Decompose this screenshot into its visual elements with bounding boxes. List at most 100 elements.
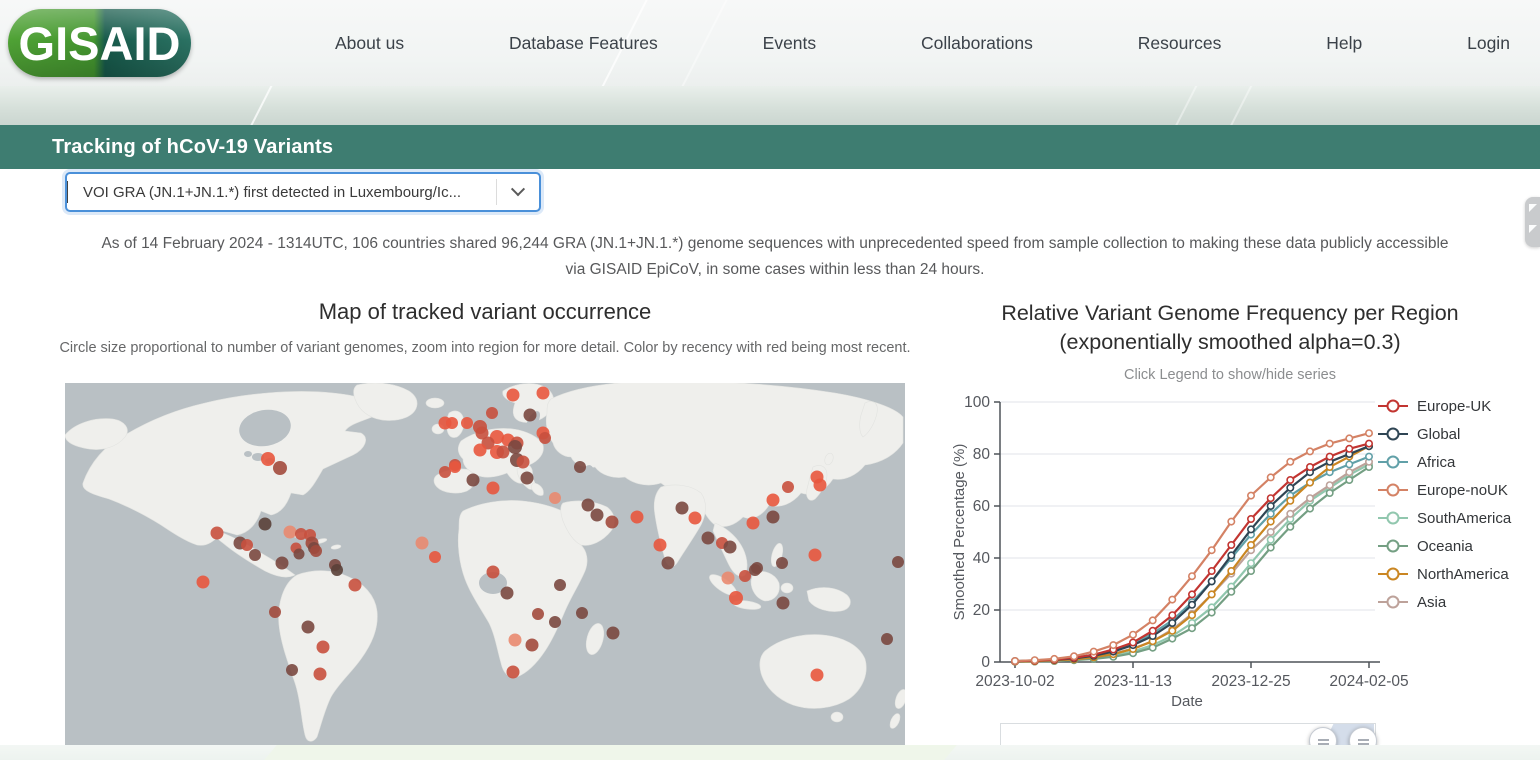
variant-occurrence-dot[interactable]: [881, 633, 893, 645]
variant-occurrence-dot[interactable]: [516, 455, 530, 469]
legend-item-northamerica[interactable]: NorthAmerica: [1378, 560, 1538, 588]
variant-occurrence-dot[interactable]: [581, 498, 595, 512]
variant-occurrence-dot[interactable]: [746, 516, 760, 530]
variant-occurrence-dot[interactable]: [486, 407, 498, 419]
variant-occurrence-dot[interactable]: [496, 445, 510, 459]
gisaid-logo[interactable]: GISAID: [8, 9, 191, 77]
variant-occurrence-dot[interactable]: [461, 417, 473, 429]
legend-item-oceania[interactable]: Oceania: [1378, 532, 1538, 560]
variant-occurrence-dot[interactable]: [449, 461, 461, 473]
nav-item-database-features[interactable]: Database Features: [509, 33, 658, 54]
variant-occurrence-dot[interactable]: [508, 440, 522, 454]
variant-occurrence-dot[interactable]: [415, 536, 429, 550]
variant-occurrence-dot[interactable]: [210, 526, 224, 540]
variant-occurrence-dot[interactable]: [776, 557, 788, 569]
variant-occurrence-dot[interactable]: [348, 578, 362, 592]
variant-occurrence-dot[interactable]: [808, 548, 822, 562]
variant-occurrence-dot[interactable]: [766, 510, 780, 524]
legend-item-global[interactable]: Global: [1378, 420, 1538, 448]
variant-occurrence-dot[interactable]: [688, 511, 702, 525]
variant-occurrence-dot[interactable]: [429, 551, 441, 563]
variant-occurrence-dot[interactable]: [539, 432, 551, 444]
variant-occurrence-dot[interactable]: [605, 515, 619, 529]
variant-occurrence-dot[interactable]: [536, 386, 550, 400]
variant-occurrence-dot[interactable]: [293, 548, 305, 560]
variant-occurrence-dot[interactable]: [549, 616, 561, 628]
variant-occurrence-dot[interactable]: [196, 575, 210, 589]
frequency-line-chart[interactable]: 0 20 40 60 80 100 2023-10-02 2023-11-13 2023-12-…: [950, 390, 1410, 712]
variant-occurrence-dot[interactable]: [486, 565, 500, 579]
variant-world-map[interactable]: [65, 383, 905, 745]
variant-occurrence-dot[interactable]: [486, 481, 500, 495]
variant-occurrence-dot[interactable]: [739, 570, 751, 582]
variant-occurrence-dot[interactable]: [241, 539, 253, 551]
variant-occurrence-dot[interactable]: [606, 626, 620, 640]
legend-item-southamerica[interactable]: SouthAmerica: [1378, 504, 1538, 532]
variant-occurrence-dot[interactable]: [466, 473, 480, 487]
variant-occurrence-dot[interactable]: [283, 525, 297, 539]
variant-occurrence-dot[interactable]: [661, 556, 675, 570]
variant-occurrence-dot[interactable]: [331, 564, 343, 576]
variant-occurrence-dot[interactable]: [258, 517, 272, 531]
chevron-down-icon[interactable]: [497, 182, 539, 197]
legend-item-asia[interactable]: Asia: [1378, 588, 1538, 616]
legend-item-europe-nouk[interactable]: Europe-noUK: [1378, 476, 1538, 504]
variant-select[interactable]: VOI GRA (JN.1+JN.1.*) first detected in …: [65, 172, 541, 212]
variant-occurrence-dot[interactable]: [310, 545, 322, 557]
world-map-svg[interactable]: [65, 383, 905, 745]
variant-occurrence-dot[interactable]: [675, 501, 689, 515]
nav-item-events[interactable]: Events: [763, 33, 817, 54]
variant-occurrence-dot[interactable]: [554, 579, 566, 591]
variant-occurrence-dot[interactable]: [301, 620, 315, 634]
variant-occurrence-dot[interactable]: [892, 556, 904, 568]
variant-occurrence-dot[interactable]: [574, 461, 586, 473]
side-widget[interactable]: [1525, 197, 1540, 247]
variant-occurrence-dot[interactable]: [576, 607, 588, 619]
line-chart-svg[interactable]: 0 20 40 60 80 100 2023-10-02 2023-11-13 2023-12-…: [950, 390, 1410, 712]
variant-occurrence-dot[interactable]: [653, 538, 667, 552]
variant-occurrence-dot[interactable]: [286, 664, 298, 676]
nav-item-about-us[interactable]: About us: [335, 33, 404, 54]
variant-occurrence-dot[interactable]: [313, 667, 327, 681]
nav-item-help[interactable]: Help: [1326, 33, 1362, 54]
legend-item-africa[interactable]: Africa: [1378, 448, 1538, 476]
variant-occurrence-dot[interactable]: [549, 492, 561, 504]
variant-occurrence-dot[interactable]: [590, 508, 604, 522]
variant-occurrence-dot[interactable]: [261, 452, 275, 466]
variant-occurrence-dot[interactable]: [810, 668, 824, 682]
variant-occurrence-dot[interactable]: [701, 531, 715, 545]
variant-occurrence-dot[interactable]: [813, 478, 827, 492]
variant-occurrence-dot[interactable]: [508, 633, 522, 647]
footer-band: [0, 745, 1540, 760]
variant-occurrence-dot[interactable]: [729, 591, 743, 605]
variant-occurrence-dot[interactable]: [273, 461, 287, 475]
variant-occurrence-dot[interactable]: [630, 510, 644, 524]
variant-occurrence-dot[interactable]: [506, 388, 520, 402]
variant-occurrence-dot[interactable]: [749, 564, 761, 576]
variant-occurrence-dot[interactable]: [316, 640, 330, 654]
nav-item-resources[interactable]: Resources: [1138, 33, 1222, 54]
variant-occurrence-dot[interactable]: [525, 638, 539, 652]
chart-title-line2: (exponentially smoothed alpha=0.3): [1059, 330, 1401, 354]
variant-occurrence-dot[interactable]: [269, 606, 281, 618]
legend-label: SouthAmerica: [1417, 509, 1512, 527]
variant-occurrence-dot[interactable]: [532, 608, 544, 620]
variant-occurrence-dot[interactable]: [249, 549, 261, 561]
variant-occurrence-dot[interactable]: [523, 408, 537, 422]
nav-item-login[interactable]: Login: [1467, 33, 1510, 54]
variant-occurrence-dot[interactable]: [776, 596, 790, 610]
variant-occurrence-dot[interactable]: [766, 493, 780, 507]
legend-item-europe-uk[interactable]: Europe-UK: [1378, 392, 1538, 420]
variant-occurrence-dot[interactable]: [506, 665, 520, 679]
variant-occurrence-dot[interactable]: [446, 417, 458, 429]
variant-occurrence-dot[interactable]: [275, 556, 289, 570]
map-subtitle: Circle size proportional to number of va…: [59, 340, 911, 356]
variant-occurrence-dot[interactable]: [782, 481, 794, 493]
variant-occurrence-dot[interactable]: [520, 471, 534, 485]
nav-item-collaborations[interactable]: Collaborations: [921, 33, 1033, 54]
variant-occurrence-dot[interactable]: [473, 443, 487, 457]
variant-occurrence-dot[interactable]: [500, 586, 514, 600]
variant-occurrence-dot[interactable]: [721, 571, 735, 585]
variant-occurrence-dot[interactable]: [723, 540, 737, 554]
svg-text:2023-10-02: 2023-10-02: [975, 673, 1054, 690]
